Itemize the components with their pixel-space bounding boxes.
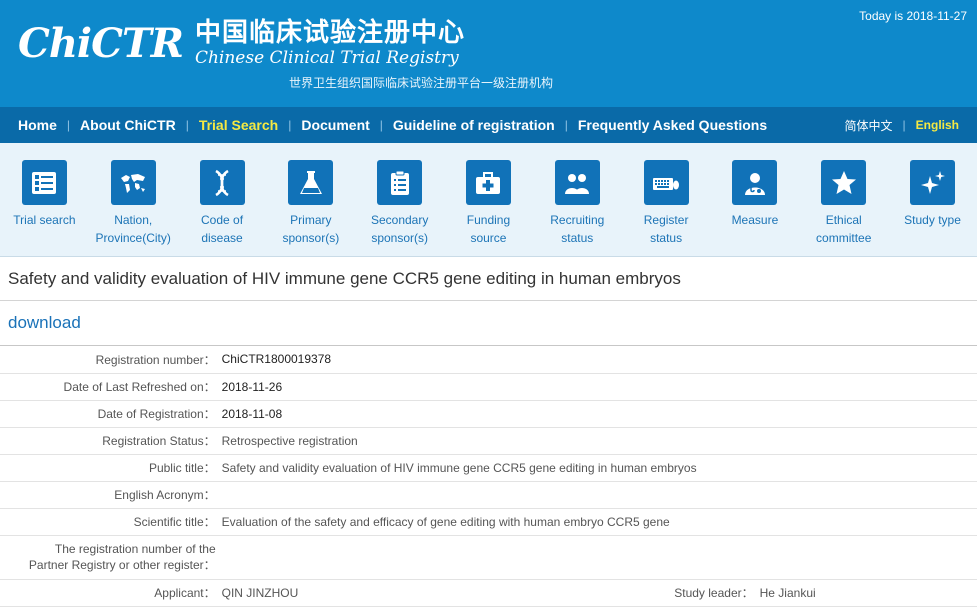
icon-label: Funding source — [466, 213, 511, 245]
nav-faq[interactable]: Frequently Asked Questions — [578, 117, 767, 133]
sparkle-icon — [910, 160, 956, 205]
nav-trial-search[interactable]: Trial Search — [199, 117, 278, 133]
table-row: Registration Status： Retrospective regis… — [0, 427, 977, 455]
table-row: Scientific title： Evaluation of the safe… — [0, 508, 977, 536]
logo-mark: ChiCTR — [18, 19, 184, 67]
nav-separator: | — [379, 118, 383, 132]
table-row: The registration number of the Partner Re… — [0, 535, 977, 580]
trial-title-row: Safety and validity evaluation of HIV im… — [0, 257, 977, 301]
nav-separator: | — [564, 118, 568, 132]
partner-registry-label: The registration number of the Partner Re… — [0, 535, 222, 580]
nav-document[interactable]: Document — [301, 117, 369, 133]
nav-separator: | — [288, 118, 292, 132]
icon-funding-source[interactable]: Funding source — [444, 143, 533, 256]
icon-label: Secondary sponsor(s) — [370, 213, 429, 245]
today-date: Today is 2018-11-27 — [859, 9, 967, 23]
icon-ethical-committee[interactable]: Ethical committee — [799, 143, 888, 256]
dna-icon — [199, 160, 245, 205]
icon-register-status[interactable]: Register status — [622, 143, 711, 256]
registration-status-value: Retrospective registration — [221, 427, 977, 455]
applicant-value: QIN JINZHOU — [221, 578, 437, 607]
icon-label: Primary sponsor(s) — [282, 213, 340, 245]
applicant-label: Applicant： — [0, 578, 222, 607]
icon-label: Recruiting status — [550, 213, 605, 245]
registration-status-label: Registration Status： — [0, 427, 222, 455]
download-link[interactable]: download — [8, 313, 81, 333]
trial-details-table: Registration number： ChiCTR1800019378 Da… — [0, 346, 977, 607]
icon-label: Nation, Province(City) — [95, 213, 171, 245]
people-icon — [554, 160, 600, 205]
icon-label: Ethical committee — [816, 213, 872, 245]
date-of-registration-label: Date of Registration： — [0, 400, 222, 428]
logo-text: 中国临床试验注册中心 Chinese Clinical Trial Regist… — [195, 18, 465, 68]
table-row: Registration number： ChiCTR1800019378 — [0, 346, 977, 374]
main-nav: Home | About ChiCTR | Trial Search | Doc… — [0, 107, 977, 143]
table-row: Public title： Safety and validity evalua… — [0, 454, 977, 482]
scientific-title-label: Scientific title： — [0, 508, 222, 536]
lang-chinese-link[interactable]: 简体中文 — [845, 117, 893, 134]
icon-secondary-sponsor[interactable]: Secondary sponsor(s) — [355, 143, 444, 256]
nav-home[interactable]: Home — [18, 117, 57, 133]
icon-label: Study type — [904, 213, 961, 227]
icon-primary-sponsor[interactable]: Primary sponsor(s) — [266, 143, 355, 256]
header-subtitle: 世界卫生组织国际临床试验注册平台一级注册机构 — [289, 76, 554, 90]
table-row: Applicant： QIN JINZHOU Study leader： He … — [0, 578, 977, 607]
flask-icon — [288, 160, 334, 205]
site-header: ChiCTR 中国临床试验注册中心 Chinese Clinical Trial… — [0, 0, 977, 107]
public-title-value: Safety and validity evaluation of HIV im… — [221, 454, 977, 482]
nav-separator: | — [185, 118, 189, 132]
partner-registry-value — [221, 535, 977, 580]
language-switcher: 简体中文 | English — [845, 107, 959, 143]
study-leader-value: He Jiankui — [759, 578, 977, 607]
english-acronym-value — [221, 481, 977, 509]
star-icon — [821, 160, 867, 205]
last-refreshed-value: 2018-11-26 — [221, 373, 977, 401]
lang-english-link[interactable]: English — [916, 118, 959, 132]
doctor-icon — [732, 160, 778, 205]
date-of-registration-value: 2018-11-08 — [221, 400, 977, 428]
icon-label: Measure — [731, 213, 779, 227]
page-title: Safety and validity evaluation of HIV im… — [8, 268, 681, 288]
icon-recruiting-status[interactable]: Recruiting status — [533, 143, 622, 256]
table-row: Date of Registration： 2018-11-08 — [0, 400, 977, 428]
nav-guideline[interactable]: Guideline of registration — [393, 117, 555, 133]
icon-nation-province[interactable]: Nation, Province(City) — [89, 143, 178, 256]
scientific-title-value: Evaluation of the safety and efficacy of… — [221, 508, 977, 536]
icon-measure[interactable]: Measure — [711, 143, 800, 256]
public-title-label: Public title： — [0, 454, 222, 482]
clipboard-icon — [377, 160, 423, 205]
logo-chinese-name: 中国临床试验注册中心 — [194, 18, 465, 48]
icon-label: Register status — [643, 213, 689, 245]
registration-number-label: Registration number： — [0, 346, 222, 374]
registration-number-value: ChiCTR1800019378 — [221, 346, 977, 374]
list-icon — [21, 160, 67, 205]
icon-label: Code of disease — [201, 213, 244, 245]
last-refreshed-label: Date of Last Refreshed on： — [0, 373, 222, 401]
table-row: Date of Last Refreshed on： 2018-11-26 — [0, 373, 977, 401]
nav-separator: | — [66, 118, 71, 132]
keyboard-icon — [643, 160, 689, 205]
english-acronym-label: English Acronym： — [0, 481, 222, 509]
table-row: English Acronym： — [0, 481, 977, 509]
icon-study-type[interactable]: Study type — [888, 143, 977, 256]
icon-trial-search[interactable]: Trial search — [0, 143, 89, 256]
logo-english-name: Chinese Clinical Trial Registry — [194, 48, 459, 68]
icon-label: Trial search — [13, 213, 76, 227]
download-row: download — [0, 301, 977, 346]
category-icon-bar: Trial search Nation, Province(City) Code … — [0, 143, 977, 257]
medical-kit-icon — [465, 160, 511, 205]
chictr-logo[interactable]: ChiCTR 中国临床试验注册中心 Chinese Clinical Trial… — [18, 18, 465, 68]
study-leader-label: Study leader： — [436, 578, 760, 607]
world-map-icon — [110, 160, 156, 205]
nav-separator: | — [902, 118, 906, 132]
nav-about[interactable]: About ChiCTR — [80, 117, 176, 133]
icon-code-of-disease[interactable]: Code of disease — [178, 143, 267, 256]
